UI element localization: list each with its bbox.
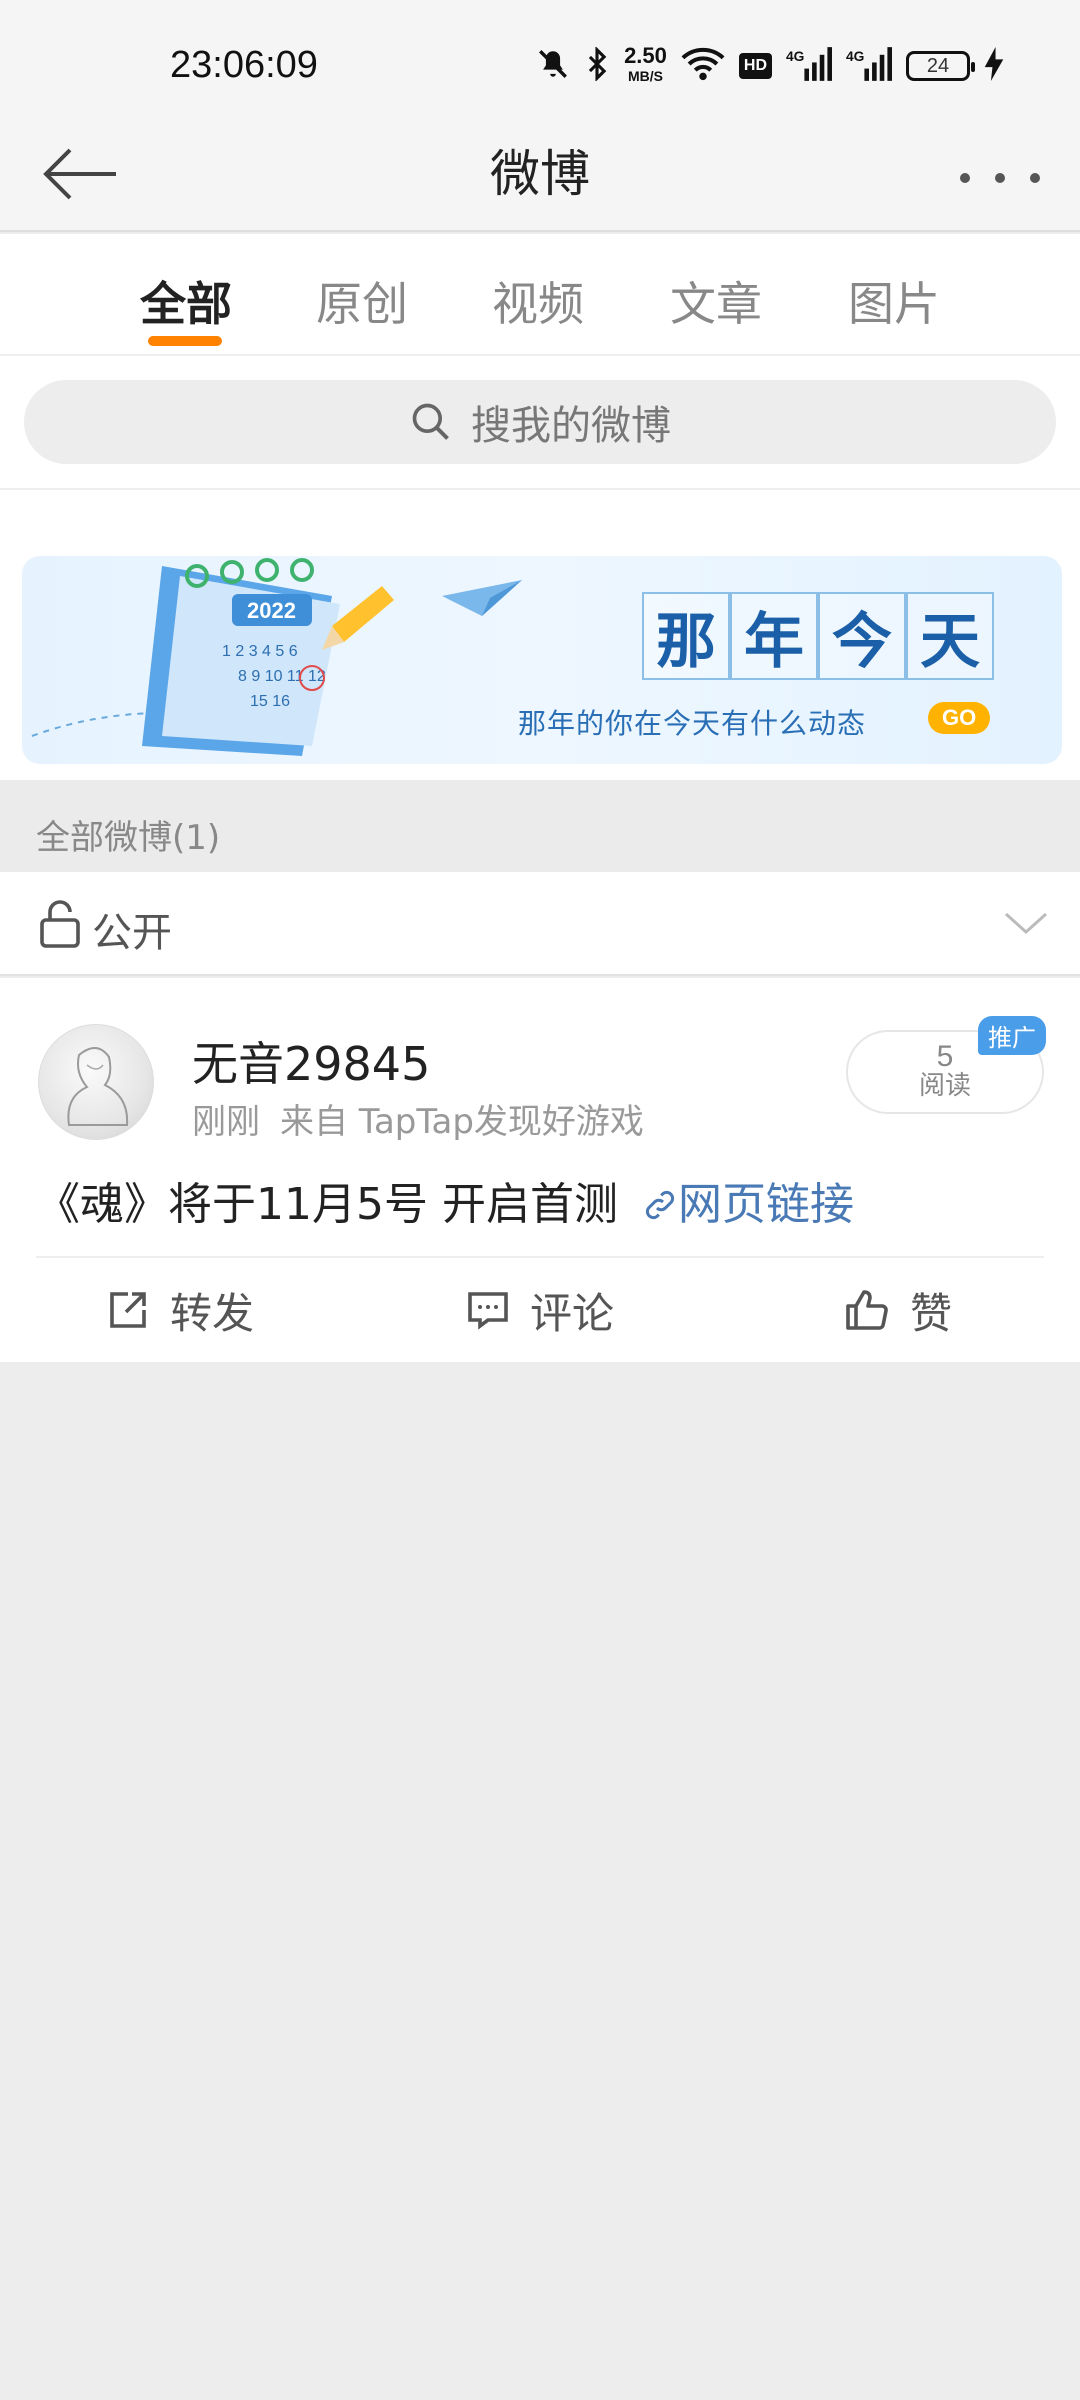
banner-area: 2022 1 2 3 4 5 6 8 9 10 11 12 15 16 那 年 …	[0, 490, 1080, 780]
post-content: 《魂》将于11月5号 开启首测 网页链接	[36, 1168, 854, 1232]
net-speed-unit: MB/S	[627, 68, 663, 84]
search-placeholder: 搜我的微博	[471, 403, 671, 449]
repost-button[interactable]: 转发	[104, 1260, 254, 1360]
weibo-post: 无音29845 刚刚 来自 TapTap发现好游戏 5 阅读 推广 《魂》将于11…	[0, 978, 1080, 1362]
web-link-label: 网页链接	[677, 1179, 854, 1230]
promote-badge[interactable]: 推广	[978, 1016, 1046, 1055]
read-label: 阅读	[918, 1071, 971, 1101]
tab-picture[interactable]: 图片	[848, 268, 940, 334]
status-time: 23:06:09	[170, 44, 318, 86]
tab-bar: 全部 原创 视频 文章 图片	[0, 234, 1080, 356]
visibility-label: 公开	[92, 910, 172, 956]
search-input[interactable]: 搜我的微博	[24, 380, 1056, 464]
battery-indicator: 24	[906, 51, 975, 81]
banner-title-char: 那	[642, 592, 730, 680]
charging-icon	[984, 47, 1004, 85]
banner-title-char: 年	[730, 592, 818, 680]
banner-subtitle: 那年的你在今天有什么动态	[518, 707, 867, 740]
tab-all[interactable]: 全部	[140, 268, 232, 334]
post-divider	[36, 1256, 1044, 1258]
active-tab-indicator	[148, 336, 222, 346]
svg-text:1 2 3 4 5 6: 1 2 3 4 5 6	[222, 643, 298, 660]
signal-icon-2: 4G	[846, 47, 892, 85]
nav-header: 微博	[0, 120, 1080, 232]
post-username[interactable]: 无音29845	[192, 1028, 430, 1094]
repost-icon	[110, 1292, 146, 1328]
wifi-icon	[681, 47, 725, 85]
hd-badge: HD	[738, 53, 772, 79]
avatar[interactable]	[38, 1024, 154, 1140]
more-dot-icon	[995, 173, 1005, 183]
post-text: 《魂》将于11月5号 开启首测	[36, 1179, 618, 1230]
more-dot-icon	[960, 173, 970, 183]
mute-icon	[536, 47, 570, 85]
search-area: 搜我的微博	[0, 356, 1080, 490]
more-dot-icon	[1030, 173, 1040, 183]
unlock-icon	[38, 900, 82, 952]
post-source: 来自 TapTap发现好游戏	[280, 1102, 644, 1142]
tab-article[interactable]: 文章	[670, 268, 762, 334]
banner-title: 那 年 今 天	[642, 592, 994, 680]
net-speed: 2.50 MB/S	[624, 43, 667, 86]
banner-go-button[interactable]: GO	[928, 702, 991, 734]
avatar-sketch-icon	[67, 1047, 129, 1126]
tab-original[interactable]: 原创	[316, 268, 408, 334]
like-button[interactable]: 赞	[844, 1260, 952, 1360]
page-title: 微博	[490, 145, 590, 203]
on-this-day-banner[interactable]: 2022 1 2 3 4 5 6 8 9 10 11 12 15 16 那 年 …	[22, 556, 1062, 764]
svg-text:4G: 4G	[846, 49, 864, 64]
svg-text:15 16: 15 16	[250, 693, 290, 710]
section-label: 全部微博(1)	[36, 818, 221, 858]
repost-label: 转发	[170, 1288, 255, 1338]
paper-plane-icon	[442, 580, 522, 616]
post-actions: 转发 评论 赞	[0, 1260, 1080, 1360]
status-bar: 23:06:09 2.50 MB/S HD 4G 4G 24	[0, 0, 1080, 130]
bluetooth-icon	[584, 46, 610, 85]
chevron-down-icon	[1002, 908, 1050, 942]
comment-button[interactable]: 评论	[464, 1260, 614, 1360]
status-icons: 2.50 MB/S HD 4G 4G 24	[536, 43, 1004, 86]
thumbs-up-icon	[846, 1290, 888, 1330]
tab-video[interactable]: 视频	[492, 268, 584, 334]
web-link[interactable]: 网页链接	[632, 1179, 854, 1230]
comment-icon	[468, 1292, 508, 1330]
post-meta: 刚刚 来自 TapTap发现好游戏	[192, 1094, 644, 1143]
net-speed-value: 2.50	[624, 43, 667, 68]
calendar-illustration-icon: 2022 1 2 3 4 5 6 8 9 10 11 12 15 16	[31, 558, 394, 756]
battery-level: 24	[926, 54, 950, 77]
banner-title-char: 天	[906, 592, 994, 680]
banner-title-char: 今	[818, 592, 906, 680]
comment-label: 评论	[530, 1288, 615, 1338]
more-button[interactable]	[960, 158, 1040, 198]
signal-icon-1: 4G	[786, 47, 832, 85]
svg-text:4G: 4G	[786, 49, 804, 64]
visibility-filter[interactable]: 公开	[0, 872, 1080, 976]
like-label: 赞	[910, 1288, 953, 1338]
post-time: 刚刚	[192, 1102, 260, 1142]
link-icon	[645, 1190, 675, 1220]
calendar-year: 2022	[247, 598, 296, 623]
svg-text:8 9 10 11 12: 8 9 10 11 12	[238, 668, 326, 685]
section-header: 全部微博(1)	[0, 780, 1080, 872]
search-icon	[412, 403, 449, 440]
